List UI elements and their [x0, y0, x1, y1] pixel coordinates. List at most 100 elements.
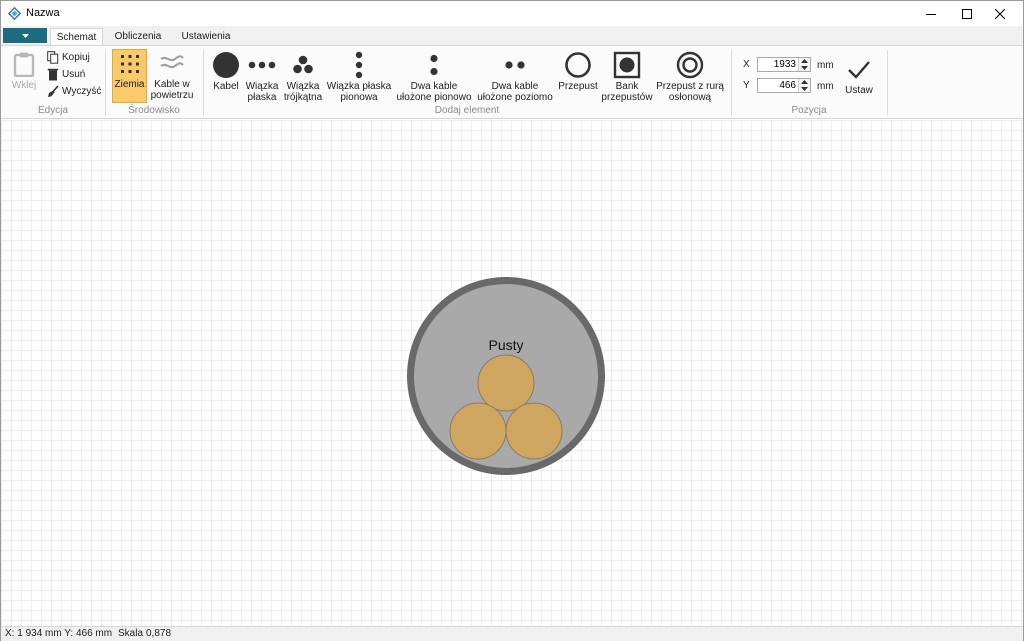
group-separator	[731, 50, 732, 116]
window-title: Nazwa	[26, 7, 60, 19]
add-duct-sleeve-label-line1: Przepust z rurą	[656, 81, 724, 92]
scale-value: 0,878	[146, 628, 172, 639]
ground-dots-icon	[120, 55, 139, 73]
add-two-horizontal-cables-button[interactable]: Dwa kable ułożone poziomo	[475, 51, 555, 103]
maximize-icon	[962, 8, 972, 19]
y-input[interactable]	[758, 79, 798, 92]
add-flat-bundle-label-line1: Wiązka	[245, 81, 279, 92]
group-separator	[887, 50, 888, 116]
checkmark-icon	[848, 61, 870, 79]
add-cable-button[interactable]: Kabel	[209, 51, 243, 92]
add-duct-bank-button[interactable]: Bank przepustów	[601, 51, 653, 103]
group-label-edycja: Edycja	[37, 105, 68, 116]
add-two-horizontal-label-line1: Dwa kable	[491, 81, 539, 92]
tab-obliczenia[interactable]: Obliczenia	[109, 28, 167, 45]
duct-sleeve-icon	[676, 51, 704, 79]
duct-ring-icon	[565, 52, 591, 78]
add-vertical-flat-bundle-button[interactable]: Wiązka płaska pionowa	[326, 51, 392, 103]
paste-label: Wklej	[11, 80, 37, 91]
schematic-drawing: Pusty	[407, 277, 605, 475]
y-decrement-button[interactable]	[799, 86, 810, 92]
add-duct-button[interactable]: Przepust	[556, 51, 600, 92]
clear-label: Wyczyść	[62, 86, 102, 97]
trefoil-bundle-icon	[293, 55, 313, 74]
duct-bank-icon	[613, 51, 641, 79]
status-bar: X: 1 934 mm Y: 466 mm Skala 0,878	[1, 626, 1023, 641]
schematic-canvas[interactable]: Pusty	[1, 120, 1023, 626]
cable-bottom-right[interactable]	[505, 402, 563, 460]
y-spinbox[interactable]	[757, 78, 811, 93]
group-label-srodowisko: Środowisko	[128, 105, 180, 116]
add-vertical-flat-bundle-label-line2: pionowa	[340, 92, 378, 103]
add-two-vertical-cables-button[interactable]: Dwa kable ułożone pionowo	[394, 51, 474, 103]
close-icon	[995, 8, 1005, 19]
x-spinbox[interactable]	[757, 57, 811, 72]
x-unit: mm	[817, 60, 834, 71]
x-decrement-button[interactable]	[799, 65, 810, 71]
chevron-down-icon	[21, 33, 29, 38]
x-input[interactable]	[758, 58, 798, 71]
copy-icon	[47, 51, 59, 64]
add-two-vertical-label-line1: Dwa kable	[410, 81, 458, 92]
delete-button[interactable]: Usuń	[47, 67, 85, 82]
add-two-vertical-label-line2: ułożone pionowo	[396, 92, 472, 103]
cursor-coordinates: X: 1 934 mm Y: 466 mm	[5, 628, 113, 639]
cable-circle-icon	[213, 52, 239, 78]
apply-position-button[interactable]: Ustaw	[841, 58, 877, 96]
x-label: X	[743, 59, 750, 70]
application-window: Nazwa Schemat Obliczenia Ustawienia Wkle…	[0, 0, 1024, 641]
air-cables-label-line2: powietrzu	[150, 90, 194, 101]
copy-label: Kopiuj	[62, 52, 90, 63]
duct-label: Pusty	[488, 337, 523, 353]
paste-button[interactable]: Wklej	[9, 51, 39, 91]
add-flat-bundle-button[interactable]: Wiązka płaska	[242, 51, 282, 103]
duct-element[interactable]: Pusty	[407, 277, 605, 475]
add-trefoil-bundle-button[interactable]: Wiązka trójkątna	[282, 51, 324, 103]
add-duct-with-sleeve-button[interactable]: Przepust z rurą osłonową	[654, 51, 726, 103]
add-trefoil-bundle-label-line2: trójkątna	[283, 92, 323, 103]
add-two-horizontal-label-line2: ułożone poziomo	[477, 92, 553, 103]
chevron-up-icon	[801, 80, 808, 84]
two-vertical-dots-icon	[430, 54, 438, 76]
chevron-down-icon	[801, 66, 808, 70]
close-button[interactable]	[977, 1, 1023, 26]
cable-bottom-left[interactable]	[449, 402, 507, 460]
application-menu-button[interactable]	[3, 28, 47, 43]
tab-ustawienia[interactable]: Ustawienia	[175, 28, 237, 45]
add-cable-label: Kabel	[213, 81, 239, 92]
add-duct-sleeve-label-line2: osłonową	[668, 92, 712, 103]
group-label-pozycja: Pozycja	[791, 105, 827, 116]
ground-button[interactable]: Ziemia	[112, 49, 147, 103]
ground-label: Ziemia	[114, 79, 145, 90]
clear-button[interactable]: Wyczyść	[47, 84, 101, 99]
air-cables-button[interactable]: Kable w powietrzu	[149, 51, 195, 101]
air-cables-label-line1: Kable w	[154, 79, 190, 90]
cable-top[interactable]	[477, 354, 535, 412]
add-trefoil-bundle-label-line1: Wiązka	[286, 81, 320, 92]
group-separator	[203, 50, 204, 116]
flat-bundle-icon	[248, 61, 276, 69]
ribbon-tab-row: Schemat Obliczenia Ustawienia	[1, 26, 1023, 45]
group-separator	[105, 50, 106, 116]
y-spinner-arrows[interactable]	[798, 79, 810, 92]
clipboard-icon	[13, 52, 35, 77]
two-horizontal-dots-icon	[505, 61, 525, 69]
vertical-bundle-icon	[355, 51, 363, 79]
add-duct-bank-label-line1: Bank	[615, 81, 639, 92]
y-label: Y	[743, 80, 750, 91]
x-spinner-arrows[interactable]	[798, 58, 810, 71]
copy-button[interactable]: Kopiuj	[47, 50, 90, 65]
tab-schemat[interactable]: Schemat	[50, 28, 103, 45]
scale-label: Skala	[118, 628, 144, 639]
title-bar: Nazwa	[1, 1, 1023, 26]
x-increment-button[interactable]	[799, 58, 810, 64]
chevron-up-icon	[801, 59, 808, 63]
trash-icon	[47, 68, 59, 81]
app-logo-icon	[8, 7, 21, 20]
delete-label: Usuń	[62, 69, 86, 80]
y-unit: mm	[817, 81, 834, 92]
air-waves-icon	[160, 55, 184, 69]
chevron-down-icon	[801, 87, 808, 91]
y-increment-button[interactable]	[799, 79, 810, 85]
add-duct-bank-label-line2: przepustów	[601, 92, 653, 103]
